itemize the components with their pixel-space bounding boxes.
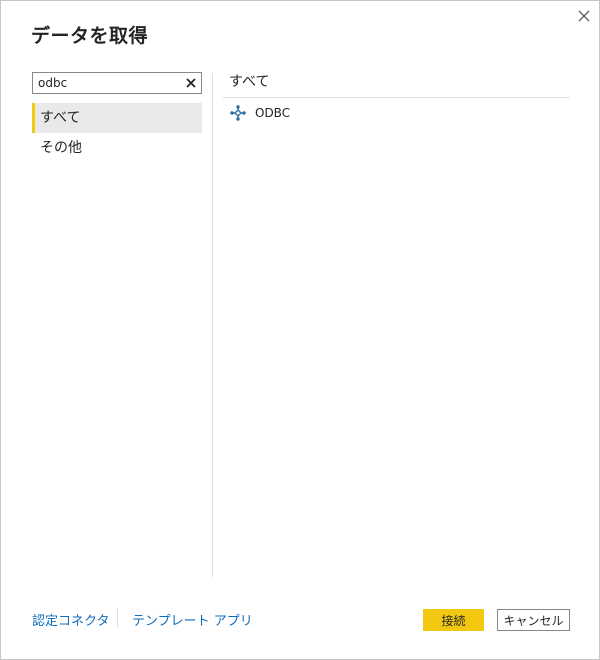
certified-connectors-link[interactable]: 認定コネクタ [32,610,109,629]
footer-divider [117,608,118,628]
close-button[interactable] [573,5,595,27]
category-label: その他 [40,140,82,156]
template-apps-link[interactable]: テンプレート アプリ [132,610,253,629]
get-data-dialog: データを取得 すべて その他 すべて [0,0,600,660]
clear-icon [186,78,196,88]
clear-search-button[interactable] [183,75,199,91]
results-header: すべて [229,74,270,90]
category-other[interactable]: その他 [32,133,202,163]
close-icon [578,10,590,22]
odbc-connector-icon [230,105,246,121]
category-all[interactable]: すべて [32,103,202,133]
connect-button[interactable]: 接続 [423,609,484,631]
search-input[interactable] [33,73,181,93]
cancel-button[interactable]: キャンセル [497,609,570,631]
search-box [32,72,202,94]
dialog-title: データを取得 [31,25,149,47]
results-header-divider [223,97,570,98]
connector-item-odbc[interactable]: ODBC [223,102,570,124]
panel-divider [212,73,213,577]
category-label: すべて [40,110,81,126]
connector-label: ODBC [255,106,291,120]
